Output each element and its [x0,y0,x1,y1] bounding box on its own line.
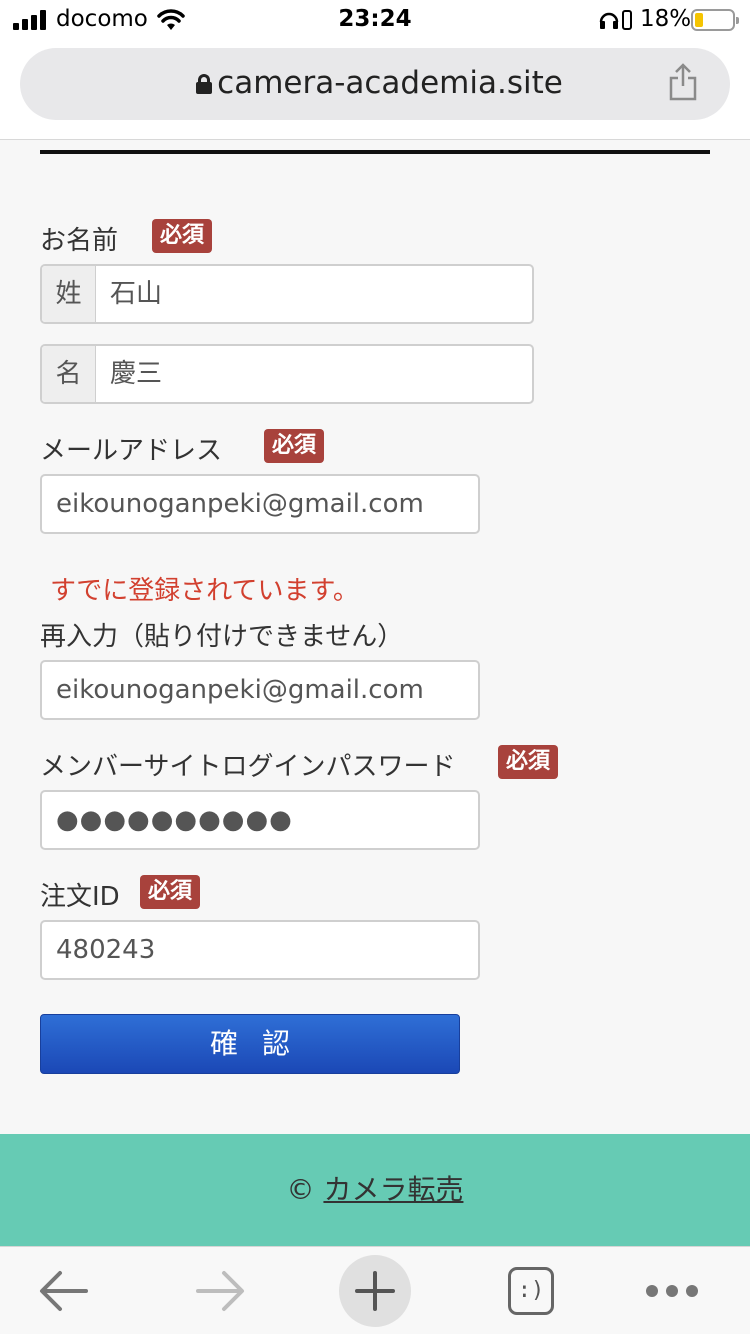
required-badge: 必須 [152,219,213,253]
battery-icon [691,9,739,31]
forward-arrow-icon[interactable] [194,1269,246,1313]
back-arrow-icon[interactable] [38,1269,90,1313]
headphones-icon [599,12,619,29]
address-bar[interactable]: camera-academia.site [20,48,730,120]
email-confirm-value: eikounoganpeki@gmail.com [56,675,424,705]
new-tab-button[interactable] [339,1255,411,1327]
browser-toolbar: :) [0,1246,750,1334]
email-confirm-label: 再入力（貼り付けできません） [40,622,404,652]
footer: © カメラ転売 [0,1134,750,1246]
orientation-lock-icon [622,10,632,30]
email-value: eikounoganpeki@gmail.com [56,489,424,519]
order-id-label: 注文ID [40,882,120,912]
first-name-field[interactable]: 名 慶三 [40,344,534,404]
status-bar: docomo 23:24 18% [0,0,750,40]
first-name-value: 慶三 [110,359,163,389]
email-confirm-field[interactable]: eikounoganpeki@gmail.com [40,660,480,720]
share-icon[interactable] [668,62,698,102]
more-menu-icon[interactable] [644,1283,700,1299]
clock: 23:24 [338,6,412,32]
required-badge: 必須 [140,875,201,909]
tabs-button[interactable]: :) [508,1267,554,1315]
required-badge: 必須 [264,429,325,463]
password-field[interactable]: ●●●●●●●●●● [40,790,480,850]
last-name-prefix: 姓 [42,266,96,322]
section-divider [40,150,710,154]
order-id-field[interactable]: 480243 [40,920,480,980]
confirm-button[interactable]: 確認 [40,1014,460,1074]
url-text: camera-academia.site [217,65,563,101]
first-name-prefix: 名 [42,346,96,402]
plus-icon [355,1271,395,1311]
browser-address-area: camera-academia.site [0,40,750,140]
password-masked-value: ●●●●●●●●●● [56,805,293,835]
email-field[interactable]: eikounoganpeki@gmail.com [40,474,480,534]
email-label: メールアドレス [40,436,223,466]
last-name-field[interactable]: 姓 石山 [40,264,534,324]
copyright-symbol: © [286,1173,315,1206]
email-error-message: すでに登録されています。 [50,576,359,606]
name-label: お名前 [40,226,119,256]
copyright: © カメラ転売 [0,1168,750,1208]
order-id-value: 480243 [56,935,156,965]
battery-percent: 18% [640,6,692,32]
footer-site-link[interactable]: カメラ転売 [323,1173,463,1206]
required-badge: 必須 [498,745,559,779]
last-name-value: 石山 [110,279,163,309]
password-label: メンバーサイトログインパスワード [40,752,456,782]
